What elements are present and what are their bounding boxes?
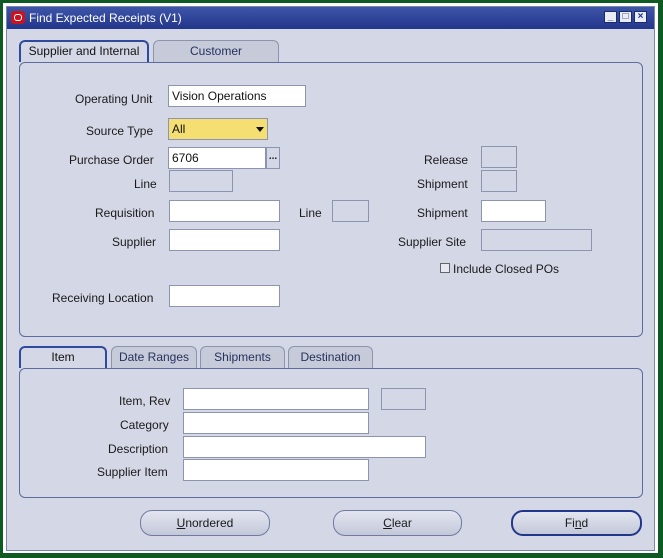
req-line-label: Line [299,206,322,220]
supplier-site-field [481,229,592,251]
minimize-icon[interactable]: _ [604,11,617,23]
tab-label: Customer [189,44,242,58]
window-title: Find Expected Receipts (V1) [29,11,182,25]
po-shipment-field [481,170,517,192]
find-label-end: d [581,516,589,530]
release-label: Release [424,153,469,167]
title-bar[interactable]: Find Expected Receipts (V1) _ □ × [7,7,654,29]
lov-icon[interactable]: ... [266,147,280,169]
category-field[interactable] [183,412,369,434]
unordered-button[interactable]: Unordered [140,510,270,536]
maximize-icon[interactable]: □ [619,11,632,23]
item-field[interactable] [183,388,369,410]
tab-label: Destination [300,350,361,364]
item-rev-label: Item, Rev [119,394,171,408]
close-icon[interactable]: × [634,11,647,23]
requisition-field[interactable] [169,200,280,222]
source-type-value: All [172,122,186,136]
operating-unit-field[interactable]: Vision Operations [168,85,306,107]
po-line-label: Line [134,177,157,191]
tab-label: Date Ranges [118,350,190,364]
source-type-select[interactable]: All [168,118,268,140]
category-label: Category [120,418,169,432]
tab-destination[interactable]: Destination [288,346,373,368]
unordered-label: nordered [185,516,234,530]
description-field[interactable] [183,436,426,458]
find-expected-receipts-window: Find Expected Receipts (V1) _ □ × Suppli… [6,6,655,551]
supplier-item-field[interactable] [183,459,369,481]
release-field [481,146,517,168]
req-shipment-label: Shipment [417,206,468,220]
supplier-site-label: Supplier Site [398,235,467,249]
find-button[interactable]: Find [511,510,642,536]
include-closed-pos-label: Include Closed POs [453,262,560,276]
tab-label: Shipments [214,350,271,364]
clear-label: lear [391,516,412,530]
oracle-app-icon [11,11,25,24]
tab-label: Item [51,350,75,364]
chevron-down-icon [256,127,264,132]
tab-customer[interactable]: Customer [153,40,279,62]
operating-unit-label: Operating Unit [75,92,153,106]
po-shipment-label: Shipment [417,177,468,191]
tab-label: Supplier and Internal [28,44,140,58]
source-type-label: Source Type [86,124,154,138]
tab-shipments[interactable]: Shipments [200,346,285,368]
purchase-order-label: Purchase Order [69,153,154,167]
tab-date-ranges[interactable]: Date Ranges [111,346,197,368]
requisition-label: Requisition [95,206,155,220]
supplier-item-label: Supplier Item [97,465,168,479]
po-line-field [169,170,233,192]
find-label-start: Fi [564,516,575,530]
req-line-field [332,200,369,222]
description-label: Description [108,442,169,456]
receiving-location-field[interactable] [169,285,280,307]
unordered-mnemonic: U [176,516,186,530]
purchase-order-field[interactable]: 6706 [168,147,266,169]
clear-mnemonic: C [383,516,392,530]
clear-button[interactable]: Clear [333,510,462,536]
include-closed-pos-checkbox[interactable] [440,263,450,273]
tab-supplier-and-internal[interactable]: Supplier and Internal [19,40,149,62]
supplier-field[interactable] [169,229,280,251]
tab-item[interactable]: Item [19,346,107,368]
req-shipment-field[interactable] [481,200,546,222]
receiving-location-label: Receiving Location [52,291,154,305]
supplier-label: Supplier [112,235,157,249]
revision-field [381,388,426,410]
find-mnemonic: n [574,516,582,530]
